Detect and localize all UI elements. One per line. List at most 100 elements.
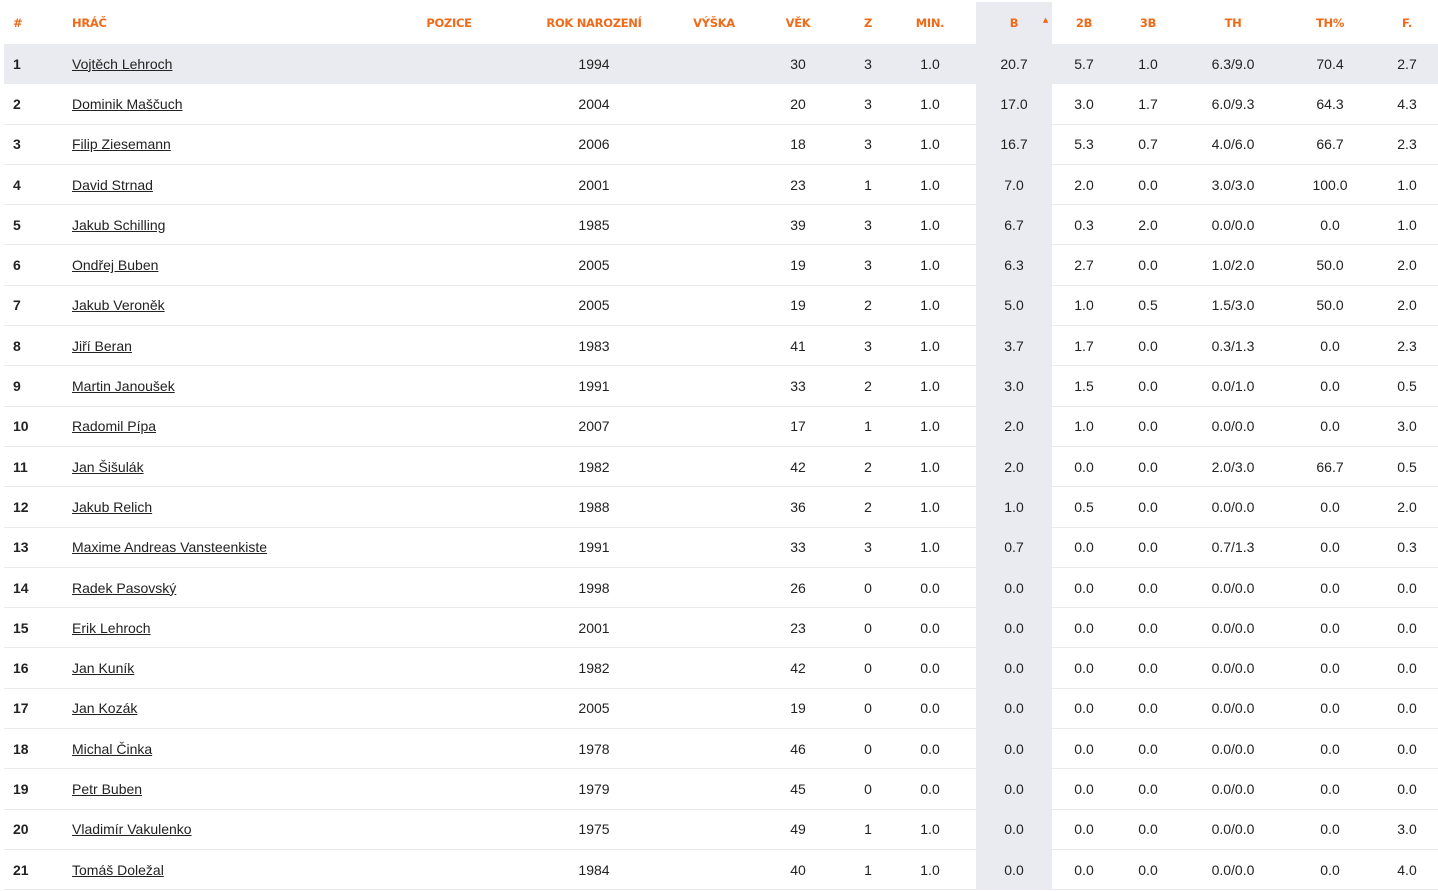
cell-points: 17.0 bbox=[976, 83, 1052, 125]
cell-three-pointers: 0.0 bbox=[1116, 446, 1180, 488]
player-link[interactable]: Jan Kozák bbox=[72, 700, 137, 716]
cell-points: 0.0 bbox=[976, 647, 1052, 689]
cell-free-throw-pct: 0.0 bbox=[1286, 809, 1374, 850]
cell-minutes: 0.0 bbox=[884, 567, 976, 609]
player-link[interactable]: Vojtěch Lehroch bbox=[72, 56, 172, 72]
cell-three-pointers: 0.0 bbox=[1116, 768, 1180, 810]
player-link[interactable]: Jakub Relich bbox=[72, 499, 152, 515]
player-link[interactable]: Tomáš Doležal bbox=[72, 862, 164, 878]
cell-games: 0 bbox=[852, 728, 884, 770]
player-link[interactable]: Vladimír Vakulenko bbox=[72, 821, 192, 837]
cell-player-name: Jakub Schilling bbox=[72, 204, 394, 246]
header-row: # HRÁČ POZICE ROK NAROZENÍ VÝŠKA VĚK Z M… bbox=[4, 2, 1438, 44]
cell-two-pointers: 0.0 bbox=[1052, 849, 1116, 891]
cell-minutes: 1.0 bbox=[884, 325, 976, 367]
cell-three-pointers: 0.5 bbox=[1116, 285, 1180, 327]
player-link[interactable]: Martin Janoušek bbox=[72, 378, 175, 394]
cell-position bbox=[394, 607, 504, 649]
player-link[interactable]: Radek Pasovský bbox=[72, 580, 176, 596]
header-birth-year[interactable]: ROK NAROZENÍ bbox=[504, 2, 684, 44]
player-link[interactable]: Michal Činka bbox=[72, 741, 152, 757]
cell-fouls: 0.0 bbox=[1374, 567, 1438, 609]
header-player[interactable]: HRÁČ bbox=[72, 2, 394, 44]
cell-age: 33 bbox=[744, 527, 852, 568]
player-link[interactable]: Dominik Maščuch bbox=[72, 96, 182, 112]
cell-minutes: 0.0 bbox=[884, 647, 976, 689]
header-position[interactable]: POZICE bbox=[394, 2, 504, 44]
cell-free-throws: 0.0/0.0 bbox=[1180, 768, 1286, 810]
cell-free-throw-pct: 64.3 bbox=[1286, 83, 1374, 125]
player-link[interactable]: Radomil Pípa bbox=[72, 418, 156, 434]
header-three-pointers[interactable]: 3B bbox=[1116, 2, 1180, 44]
cell-birth-year: 1978 bbox=[504, 728, 684, 770]
cell-games: 0 bbox=[852, 567, 884, 609]
cell-points: 5.0 bbox=[976, 285, 1052, 327]
table-row: 7 Jakub Veroněk 2005 19 2 1.0 5.0 1.0 0.5 1.5/3.0… bbox=[4, 285, 1438, 327]
cell-birth-year: 2004 bbox=[504, 83, 684, 125]
cell-height bbox=[684, 849, 744, 891]
cell-birth-year: 1982 bbox=[504, 647, 684, 689]
player-link[interactable]: Maxime Andreas Vansteenkiste bbox=[72, 539, 267, 555]
cell-age: 40 bbox=[744, 849, 852, 891]
cell-two-pointers: 0.0 bbox=[1052, 567, 1116, 609]
cell-free-throw-pct: 50.0 bbox=[1286, 244, 1374, 286]
cell-free-throws: 0.3/1.3 bbox=[1180, 325, 1286, 367]
player-link[interactable]: Jakub Veroněk bbox=[72, 297, 165, 313]
cell-fouls: 2.7 bbox=[1374, 44, 1438, 85]
cell-free-throws: 0.0/0.0 bbox=[1180, 809, 1286, 850]
player-link[interactable]: Ondřej Buben bbox=[72, 257, 158, 273]
cell-position bbox=[394, 527, 504, 568]
cell-free-throw-pct: 0.0 bbox=[1286, 607, 1374, 649]
cell-birth-year: 1998 bbox=[504, 567, 684, 609]
header-minutes[interactable]: MIN. bbox=[884, 2, 976, 44]
cell-height bbox=[684, 44, 744, 85]
cell-games: 0 bbox=[852, 607, 884, 649]
player-link[interactable]: Jakub Schilling bbox=[72, 217, 165, 233]
player-link[interactable]: Jan Šišulák bbox=[72, 459, 144, 475]
cell-free-throws: 0.0/0.0 bbox=[1180, 567, 1286, 609]
header-points[interactable]: B ▲ bbox=[976, 2, 1052, 44]
player-stats-table: # HRÁČ POZICE ROK NAROZENÍ VÝŠKA VĚK Z M… bbox=[4, 2, 1438, 891]
cell-fouls: 2.0 bbox=[1374, 285, 1438, 327]
cell-games: 2 bbox=[852, 365, 884, 407]
cell-two-pointers: 1.0 bbox=[1052, 406, 1116, 447]
cell-free-throws: 0.0/0.0 bbox=[1180, 849, 1286, 891]
cell-two-pointers: 0.0 bbox=[1052, 688, 1116, 730]
cell-free-throw-pct: 0.0 bbox=[1286, 486, 1374, 528]
cell-fouls: 1.0 bbox=[1374, 164, 1438, 206]
cell-position bbox=[394, 768, 504, 810]
header-height[interactable]: VÝŠKA bbox=[684, 2, 744, 44]
cell-free-throw-pct: 0.0 bbox=[1286, 204, 1374, 246]
header-age[interactable]: VĚK bbox=[744, 2, 852, 44]
cell-minutes: 1.0 bbox=[884, 83, 976, 125]
header-free-throw-pct[interactable]: TH% bbox=[1286, 2, 1374, 44]
player-link[interactable]: Erik Lehroch bbox=[72, 620, 151, 636]
cell-games: 0 bbox=[852, 768, 884, 810]
player-link[interactable]: Petr Buben bbox=[72, 781, 142, 797]
header-rank[interactable]: # bbox=[4, 2, 72, 44]
table-row: 6 Ondřej Buben 2005 19 3 1.0 6.3 2.7 0.0 1.0/2.0 5… bbox=[4, 244, 1438, 286]
header-fouls[interactable]: F. bbox=[1374, 2, 1438, 44]
cell-fouls: 2.0 bbox=[1374, 244, 1438, 286]
cell-age: 49 bbox=[744, 809, 852, 850]
player-link[interactable]: Filip Ziesemann bbox=[72, 136, 171, 152]
cell-height bbox=[684, 83, 744, 125]
cell-age: 42 bbox=[744, 446, 852, 488]
cell-three-pointers: 2.0 bbox=[1116, 204, 1180, 246]
cell-free-throws: 1.0/2.0 bbox=[1180, 244, 1286, 286]
cell-free-throw-pct: 70.4 bbox=[1286, 44, 1374, 85]
cell-points: 3.0 bbox=[976, 365, 1052, 407]
table-row: 10 Radomil Pípa 2007 17 1 1.0 2.0 1.0 0.0 0.0/0.0… bbox=[4, 406, 1438, 447]
player-link[interactable]: David Strnad bbox=[72, 177, 153, 193]
header-two-pointers[interactable]: 2B bbox=[1052, 2, 1116, 44]
header-games[interactable]: Z bbox=[852, 2, 884, 44]
cell-points: 6.7 bbox=[976, 204, 1052, 246]
player-link[interactable]: Jan Kuník bbox=[72, 660, 134, 676]
header-free-throws[interactable]: TH bbox=[1180, 2, 1286, 44]
cell-position bbox=[394, 809, 504, 850]
cell-points: 1.0 bbox=[976, 486, 1052, 528]
cell-player-name: Jakub Relich bbox=[72, 486, 394, 528]
player-link[interactable]: Jiří Beran bbox=[72, 338, 132, 354]
cell-free-throw-pct: 0.0 bbox=[1286, 647, 1374, 689]
cell-rank: 5 bbox=[4, 204, 72, 246]
